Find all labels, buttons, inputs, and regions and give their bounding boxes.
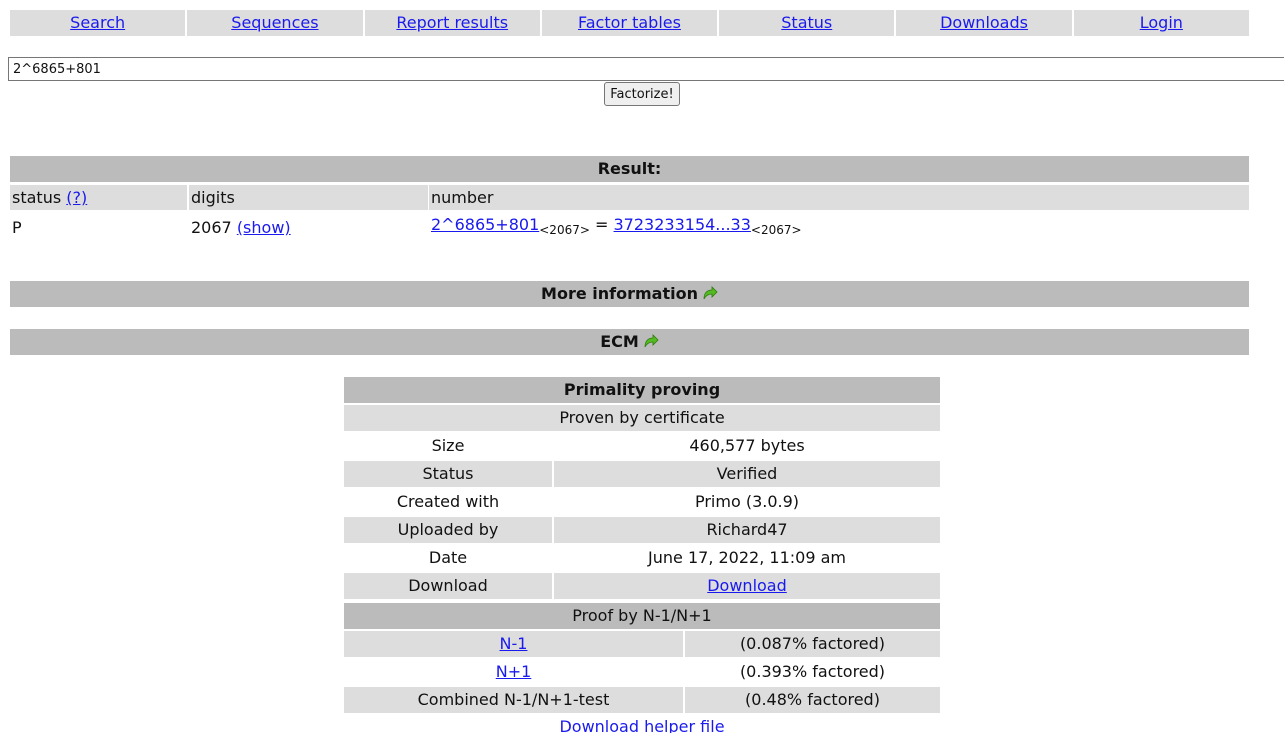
- nav-item-sequences: Sequences: [187, 10, 363, 36]
- date-value: June 17, 2022, 11:09 am: [648, 548, 846, 567]
- expand-arrow-icon[interactable]: [643, 334, 659, 348]
- status-header-label: status: [12, 188, 62, 207]
- n-plus-1-link[interactable]: N+1: [496, 662, 532, 681]
- status-help-link[interactable]: (?): [66, 188, 87, 207]
- primality-proving-title: Primality proving: [344, 377, 940, 403]
- n-minus-1-cell: N-1: [344, 631, 683, 657]
- nav-item-status: Status: [719, 10, 895, 36]
- digits-value: 2067: [191, 218, 232, 237]
- search-input[interactable]: [8, 57, 1284, 81]
- created-with-label: Created with: [396, 492, 500, 511]
- n-minus-1-link[interactable]: N-1: [500, 634, 528, 653]
- uploaded-by-value: Richard47: [554, 517, 940, 543]
- digits-header: digits: [189, 185, 428, 210]
- download-label: Download: [344, 573, 552, 599]
- nav-link-status[interactable]: Status: [781, 13, 832, 32]
- number-value-link[interactable]: 3723233154...33: [614, 215, 751, 234]
- nav-item-search: Search: [10, 10, 186, 36]
- combined-test-factored: (0.48% factored): [685, 687, 940, 713]
- more-information-bar[interactable]: More information: [10, 281, 1249, 307]
- size-value: 460,577 bytes: [689, 436, 805, 455]
- size-label: Size: [431, 436, 465, 455]
- equals-sign: =: [595, 215, 609, 234]
- proof-by-n-title: Proof by N-1/N+1: [344, 603, 940, 629]
- nav-link-sequences[interactable]: Sequences: [231, 13, 318, 32]
- nav-item-factor-tables: Factor tables: [541, 10, 718, 36]
- result-heading: Result:: [10, 156, 1249, 182]
- n-plus-1-factored: (0.393% factored): [739, 662, 886, 681]
- ecm-bar[interactable]: ECM: [10, 329, 1249, 355]
- nav-link-login[interactable]: Login: [1140, 13, 1183, 32]
- result-status: P: [12, 218, 22, 237]
- proven-by-certificate: Proven by certificate: [344, 405, 940, 431]
- top-navigation: Search Sequences Report results Factor t…: [10, 10, 1249, 36]
- date-label: Date: [428, 548, 468, 567]
- more-information-label: More information: [541, 284, 698, 303]
- number-value-digits: <2067>: [750, 223, 802, 237]
- created-with-value: Primo (3.0.9): [694, 492, 800, 511]
- result-digits: 2067 (show): [189, 215, 428, 240]
- ecm-label: ECM: [600, 332, 639, 351]
- status-label: Status: [344, 461, 552, 487]
- nav-item-report-results: Report results: [364, 10, 540, 36]
- download-helper-file-link[interactable]: Download helper file: [559, 717, 724, 733]
- nav-item-downloads: Downloads: [896, 10, 1072, 36]
- uploaded-by-label: Uploaded by: [344, 517, 552, 543]
- download-cell: Download: [554, 573, 940, 599]
- status-value: Verified: [554, 461, 940, 487]
- factorize-button[interactable]: Factorize!: [604, 82, 680, 106]
- nav-link-factor-tables[interactable]: Factor tables: [578, 13, 681, 32]
- n-plus-1-cell: N+1: [344, 659, 683, 685]
- nav-link-search[interactable]: Search: [70, 13, 125, 32]
- number-header: number: [429, 185, 1249, 210]
- helper-file-cell: Download helper file: [344, 714, 940, 733]
- status-header: status (?): [10, 185, 187, 210]
- result-number: 2^6865+801<2067> = 3723233154...33<2067>: [429, 212, 1249, 237]
- expression-digits: <2067>: [539, 223, 590, 237]
- nav-item-login: Login: [1073, 10, 1249, 36]
- n-minus-1-factored: (0.087% factored): [685, 631, 940, 657]
- nav-link-downloads[interactable]: Downloads: [940, 13, 1028, 32]
- certificate-download-link[interactable]: Download: [707, 576, 787, 595]
- nav-link-report-results[interactable]: Report results: [396, 13, 508, 32]
- expand-arrow-icon[interactable]: [702, 286, 718, 300]
- expression-link[interactable]: 2^6865+801: [431, 215, 539, 234]
- combined-test-label: Combined N-1/N+1-test: [344, 687, 683, 713]
- show-digits-link[interactable]: (show): [237, 218, 291, 237]
